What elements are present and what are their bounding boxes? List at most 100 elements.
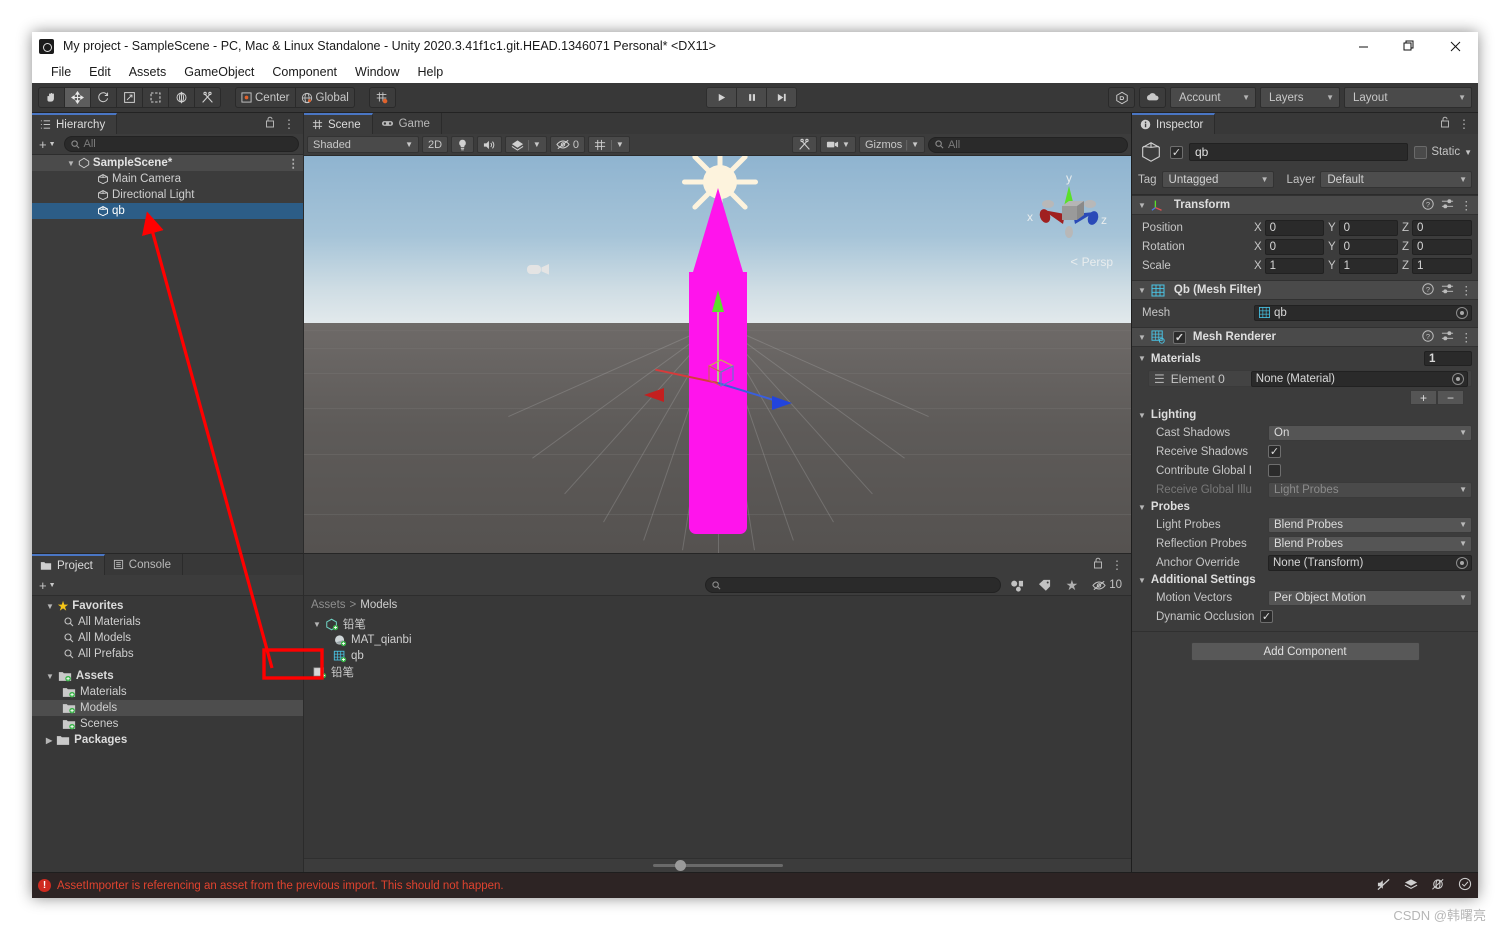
lock-icon[interactable] bbox=[1093, 557, 1103, 572]
add-material-button[interactable]: + bbox=[1410, 390, 1437, 405]
hierarchy-item-qb[interactable]: qb bbox=[32, 203, 303, 219]
gizmos-dropdown[interactable]: Gizmos | ▼ bbox=[859, 136, 925, 153]
play-button[interactable] bbox=[706, 87, 737, 108]
grid-snap-icon[interactable] bbox=[369, 87, 396, 108]
reflection-probes-dropdown[interactable]: Blend Probes ▼ bbox=[1268, 536, 1472, 552]
scene-fx-dropdown[interactable]: | ▼ bbox=[505, 136, 547, 153]
chevron-down-icon[interactable]: ▼ bbox=[46, 602, 54, 611]
add-component-button[interactable]: Add Component bbox=[1191, 642, 1420, 661]
step-button[interactable] bbox=[766, 87, 797, 108]
project-tree-item-materials[interactable]: Materials bbox=[32, 684, 303, 700]
hierarchy-item-main-camera[interactable]: Main Camera bbox=[32, 171, 303, 187]
object-picker-icon[interactable] bbox=[1456, 557, 1468, 569]
component-header-mesh-filter[interactable]: ▼ Qb (Mesh Filter) ? bbox=[1132, 280, 1478, 300]
pivot-rotation-button[interactable]: Global bbox=[295, 87, 355, 108]
maximize-button[interactable] bbox=[1386, 32, 1432, 60]
file-item-qianbi-model[interactable]: ▼ 铅笔 bbox=[304, 616, 1131, 632]
shading-mode-dropdown[interactable]: Shaded ▼ bbox=[307, 136, 419, 153]
filter-by-label-icon[interactable] bbox=[1033, 577, 1057, 594]
help-icon[interactable]: ? bbox=[1422, 330, 1434, 345]
scene-viewport[interactable]: y x z bbox=[304, 156, 1131, 553]
tab-inspector[interactable]: Inspector bbox=[1132, 113, 1215, 134]
layout-dropdown[interactable]: Layout ▼ bbox=[1344, 87, 1472, 108]
chevron-down-icon[interactable]: ▼ bbox=[313, 620, 321, 629]
chevron-down-icon[interactable]: ▼ bbox=[1138, 576, 1146, 585]
hierarchy-menu-icon[interactable]: ⋮ bbox=[283, 117, 295, 131]
additional-settings-header[interactable]: ▼ Additional Settings bbox=[1132, 572, 1478, 588]
file-item-qb-mesh[interactable]: qb bbox=[304, 648, 1131, 664]
help-icon[interactable]: ? bbox=[1422, 283, 1434, 298]
layers-dropdown[interactable]: Layers ▼ bbox=[1260, 87, 1340, 108]
chevron-down-icon[interactable]: ▼ bbox=[67, 159, 75, 168]
scene-grid-dropdown[interactable]: | ▼ bbox=[588, 136, 630, 153]
breadcrumb-assets[interactable]: Assets bbox=[311, 599, 346, 611]
scene-camera-dropdown[interactable]: ▼ bbox=[820, 136, 856, 153]
filter-by-type-icon[interactable] bbox=[1005, 577, 1029, 594]
cast-shadows-dropdown[interactable]: On ▼ bbox=[1268, 425, 1472, 441]
menu-component[interactable]: Component bbox=[263, 63, 346, 81]
motion-vectors-dropdown[interactable]: Per Object Motion ▼ bbox=[1268, 590, 1472, 606]
lock-icon[interactable] bbox=[265, 116, 275, 131]
hidden-packages-toggle[interactable]: 10 bbox=[1087, 577, 1127, 594]
tab-scene[interactable]: Scene bbox=[304, 113, 373, 134]
receive-shadows-checkbox[interactable]: ✓ bbox=[1268, 445, 1281, 458]
rotation-y-input[interactable]: 0 bbox=[1339, 239, 1398, 255]
static-toggle-group[interactable]: Static ▼ bbox=[1414, 146, 1472, 159]
menu-help[interactable]: Help bbox=[408, 63, 452, 81]
projection-mode-label[interactable]: < Persp bbox=[1070, 254, 1113, 269]
chevron-down-icon[interactable]: ▼ bbox=[1138, 333, 1146, 342]
project-tree-item-assets[interactable]: ▼ Assets bbox=[32, 668, 303, 684]
scene-search-input[interactable]: All bbox=[928, 137, 1128, 153]
menu-file[interactable]: File bbox=[42, 63, 80, 81]
project-tree-item-all-models[interactable]: All Models bbox=[32, 630, 303, 646]
menu-assets[interactable]: Assets bbox=[120, 63, 176, 81]
menu-edit[interactable]: Edit bbox=[80, 63, 120, 81]
project-tree-item-models[interactable]: Models bbox=[32, 700, 303, 716]
tab-project[interactable]: Project bbox=[32, 554, 105, 575]
cloud-icon[interactable] bbox=[1139, 87, 1166, 108]
tab-hierarchy[interactable]: Hierarchy bbox=[32, 113, 117, 134]
tag-dropdown[interactable]: Untagged ▼ bbox=[1162, 171, 1274, 188]
scene-lighting-icon[interactable] bbox=[451, 136, 474, 153]
project-horizontal-scrollbar[interactable] bbox=[304, 858, 1131, 872]
pause-button[interactable] bbox=[736, 87, 767, 108]
remove-material-button[interactable]: − bbox=[1437, 390, 1464, 405]
pivot-mode-button[interactable]: Center bbox=[235, 87, 296, 108]
contribute-gi-checkbox[interactable] bbox=[1268, 464, 1281, 477]
rotate-tool-icon[interactable] bbox=[90, 87, 117, 108]
hierarchy-add-button[interactable]: + ▼ bbox=[36, 137, 59, 152]
preset-icon[interactable] bbox=[1441, 330, 1454, 345]
rect-tool-icon[interactable] bbox=[142, 87, 169, 108]
static-checkbox[interactable] bbox=[1414, 146, 1427, 159]
project-add-button[interactable]: + ▼ bbox=[36, 578, 59, 593]
preset-icon[interactable] bbox=[1441, 283, 1454, 298]
custom-tool-icon[interactable] bbox=[194, 87, 221, 108]
project-menu-icon[interactable]: ⋮ bbox=[1111, 558, 1123, 572]
mute-audio-icon[interactable] bbox=[1377, 878, 1391, 894]
transform-tool-icon[interactable] bbox=[168, 87, 195, 108]
help-icon[interactable]: ? bbox=[1422, 198, 1434, 213]
project-tree-item-scenes[interactable]: Scenes bbox=[32, 716, 303, 732]
minimize-button[interactable] bbox=[1340, 32, 1386, 60]
move-tool-icon[interactable] bbox=[64, 87, 91, 108]
hierarchy-search-input[interactable]: All bbox=[64, 136, 299, 152]
scale-tool-icon[interactable] bbox=[116, 87, 143, 108]
account-dropdown[interactable]: Account ▼ bbox=[1170, 87, 1256, 108]
hierarchy-item-directional-light[interactable]: Directional Light bbox=[32, 187, 303, 203]
component-menu-icon[interactable]: ⋮ bbox=[1461, 283, 1473, 297]
inspector-menu-icon[interactable]: ⋮ bbox=[1458, 117, 1470, 131]
file-item-mat-qianbi[interactable]: MAT_qianbi bbox=[304, 632, 1131, 648]
rotation-x-input[interactable]: 0 bbox=[1265, 239, 1324, 255]
drag-handle-icon[interactable]: ☰ bbox=[1154, 372, 1165, 386]
dynamic-occlusion-checkbox[interactable]: ✓ bbox=[1260, 610, 1273, 623]
close-button[interactable] bbox=[1432, 32, 1478, 60]
materials-count-input[interactable]: 1 bbox=[1424, 351, 1472, 366]
breadcrumb-models[interactable]: Models bbox=[360, 599, 397, 611]
component-menu-icon[interactable]: ⋮ bbox=[1461, 198, 1473, 212]
chevron-down-icon[interactable]: ▼ bbox=[1138, 354, 1146, 363]
gameobject-name-input[interactable]: qb bbox=[1189, 143, 1408, 161]
scene-hidden-objects-toggle[interactable]: 0 bbox=[550, 136, 585, 153]
materials-section-header[interactable]: ▼ Materials 1 bbox=[1132, 349, 1478, 368]
check-circle-icon[interactable] bbox=[1458, 877, 1472, 894]
file-item-qianbi-texture[interactable]: 铅笔 bbox=[304, 664, 1131, 680]
